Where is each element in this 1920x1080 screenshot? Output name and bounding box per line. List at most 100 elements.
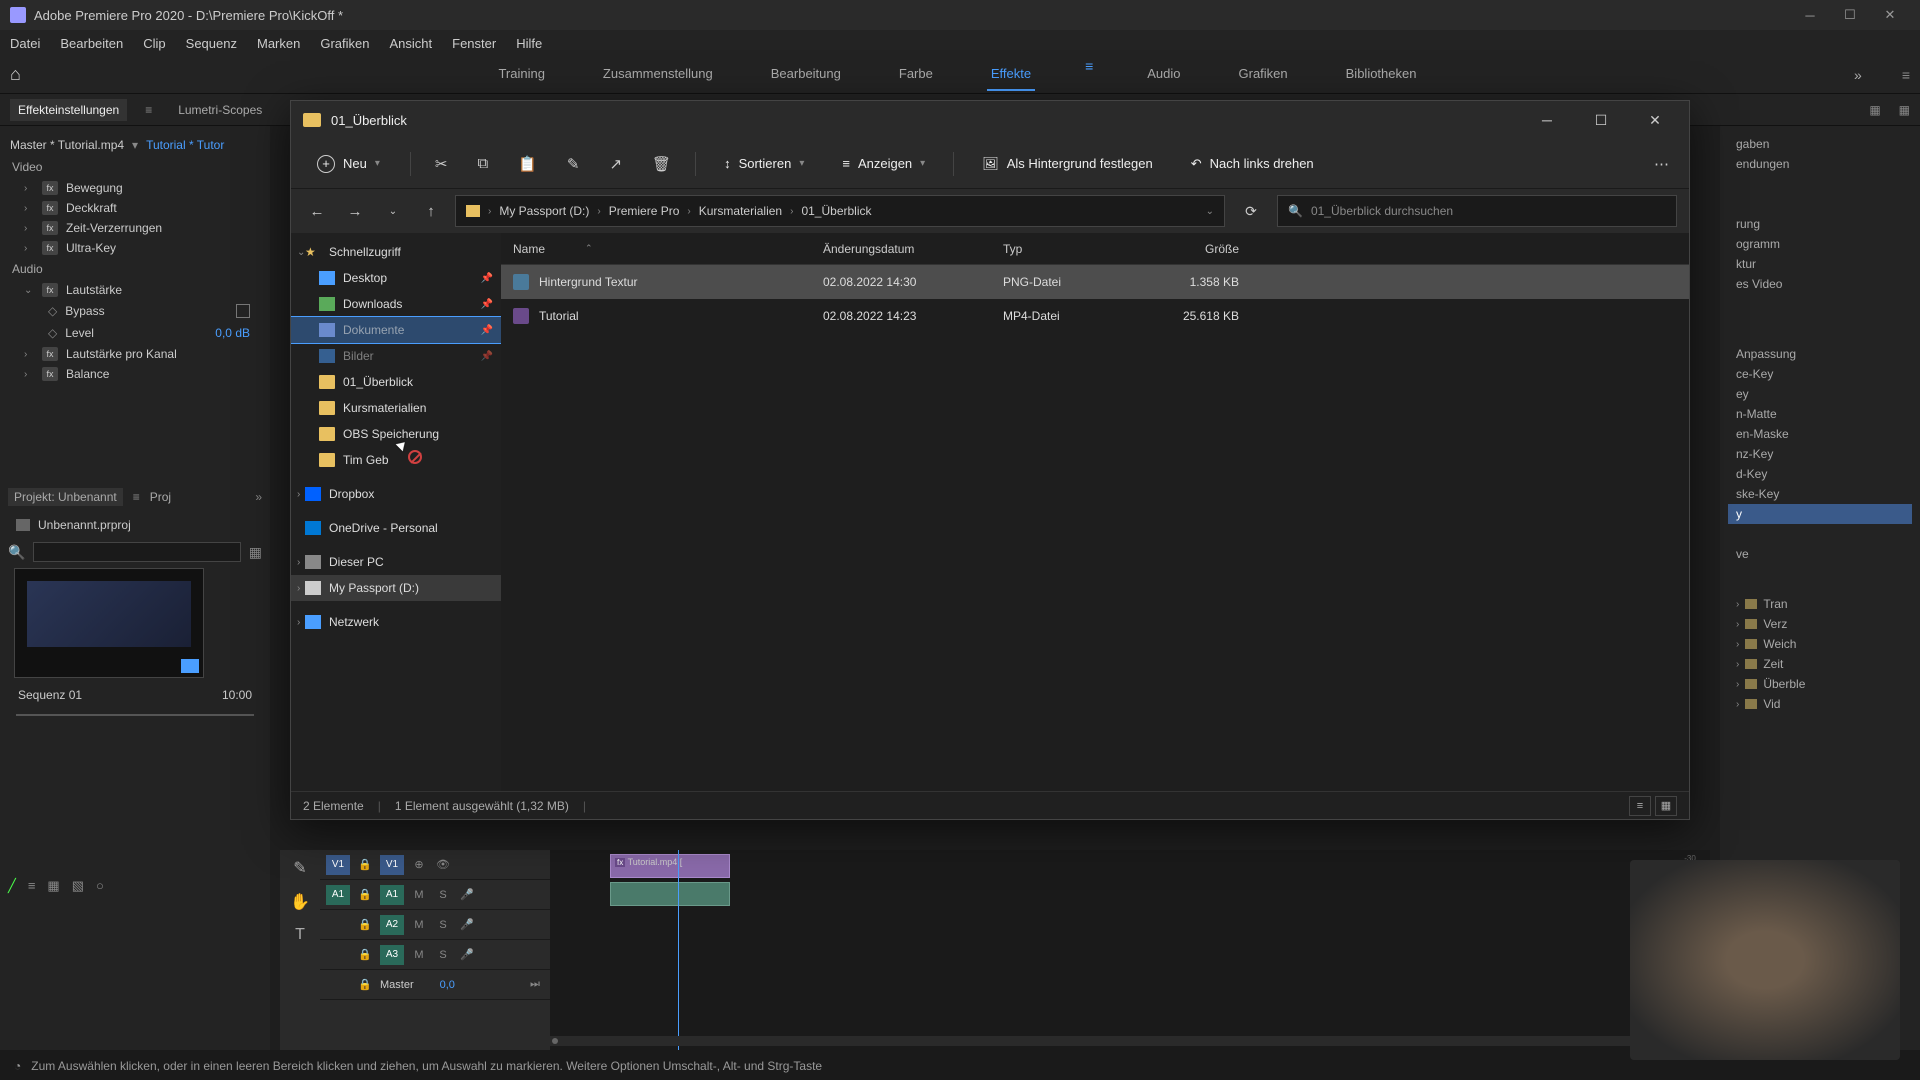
ritem[interactable]: endungen bbox=[1728, 154, 1912, 174]
menu-clip[interactable]: Clip bbox=[143, 36, 165, 51]
track-a1[interactable]: A1 bbox=[380, 885, 404, 905]
fx-lautkanal[interactable]: Lautstärke pro Kanal bbox=[66, 347, 177, 361]
breadcrumb-item[interactable]: 01_Überblick bbox=[801, 204, 871, 218]
bypass-checkbox[interactable] bbox=[236, 304, 250, 318]
tab-effekteinstellungen[interactable]: Effekteinstellungen bbox=[10, 99, 127, 121]
hand-tool-icon[interactable]: ✋ bbox=[290, 892, 310, 912]
track-a3[interactable]: A3 bbox=[380, 945, 404, 965]
ritem[interactable]: d-Key bbox=[1728, 464, 1912, 484]
ritem-selected[interactable]: y bbox=[1728, 504, 1912, 524]
breadcrumb-dropdown-icon[interactable]: ⌄ bbox=[1206, 206, 1214, 217]
breadcrumb-item[interactable]: Kursmaterialien bbox=[699, 204, 782, 218]
sidebar-netzwerk[interactable]: ›Netzwerk bbox=[291, 609, 501, 635]
type-tool-icon[interactable]: T bbox=[295, 926, 305, 944]
playhead[interactable] bbox=[678, 850, 679, 1050]
ritem[interactable]: es Video bbox=[1728, 274, 1912, 294]
search-filter-icon[interactable]: ▦ bbox=[249, 544, 262, 561]
panel-overflow-icon[interactable]: » bbox=[255, 490, 262, 504]
track-a2[interactable]: A2 bbox=[380, 915, 404, 935]
menu-sequenz[interactable]: Sequenz bbox=[186, 36, 237, 51]
new-item-icon[interactable]: ○ bbox=[96, 878, 104, 894]
fx-zeit[interactable]: Zeit-Verzerrungen bbox=[66, 221, 162, 235]
skip-icon[interactable]: ⏭ bbox=[526, 976, 544, 994]
sidebar-obs[interactable]: OBS Speicherung bbox=[291, 421, 501, 447]
timeline-tracks-area[interactable]: fx Tutorial.mp4 [ bbox=[550, 850, 1710, 1050]
pen-tool-icon[interactable]: ✎ bbox=[293, 858, 306, 878]
ritem[interactable]: ske-Key bbox=[1728, 484, 1912, 504]
maximize-button[interactable]: ☐ bbox=[1830, 0, 1870, 30]
fx-ultrakey[interactable]: Ultra-Key bbox=[66, 241, 116, 255]
set-background-button[interactable]: 🖼Als Hintergrund festlegen bbox=[972, 150, 1163, 178]
folder-item[interactable]: Tran bbox=[1763, 597, 1787, 611]
folder-item[interactable]: Weich bbox=[1763, 637, 1796, 651]
breadcrumb-item[interactable]: Premiere Pro bbox=[609, 204, 680, 218]
tab-lumetri-scopes[interactable]: Lumetri-Scopes bbox=[170, 99, 270, 121]
ritem[interactable]: ce-Key bbox=[1728, 364, 1912, 384]
breadcrumb[interactable]: › My Passport (D:) › Premiere Pro › Kurs… bbox=[455, 195, 1225, 227]
list-view-icon[interactable]: ╱ bbox=[8, 878, 16, 894]
folder-item[interactable]: Zeit bbox=[1763, 657, 1783, 671]
view-button[interactable]: ≡Anzeigen▾ bbox=[832, 150, 935, 177]
ritem[interactable]: ve bbox=[1728, 544, 1912, 564]
menu-hilfe[interactable]: Hilfe bbox=[516, 36, 542, 51]
audio-clip[interactable] bbox=[610, 882, 730, 906]
file-row-tutorial[interactable]: Tutorial 02.08.2022 14:23 MP4-Datei 25.6… bbox=[501, 299, 1689, 333]
track-v1[interactable]: V1 bbox=[380, 855, 404, 875]
ritem[interactable]: Anpassung bbox=[1728, 344, 1912, 364]
more-icon[interactable]: ⋯ bbox=[1648, 149, 1675, 179]
lock-icon[interactable]: 🔒 bbox=[356, 856, 374, 874]
sidebar-dieser-pc[interactable]: ›Dieser PC bbox=[291, 549, 501, 575]
minimize-button[interactable]: ─ bbox=[1790, 0, 1830, 30]
panel-icon-1[interactable]: ▦ bbox=[1869, 103, 1880, 117]
rotate-left-button[interactable]: ↶Nach links drehen bbox=[1181, 150, 1324, 178]
lock-icon[interactable]: 🔒 bbox=[356, 886, 374, 904]
fx-balance[interactable]: Balance bbox=[66, 367, 109, 381]
tab-proj2[interactable]: Proj bbox=[150, 490, 171, 504]
close-button[interactable]: ✕ bbox=[1870, 0, 1910, 30]
eye-icon[interactable]: 👁 bbox=[434, 856, 452, 874]
menu-fenster[interactable]: Fenster bbox=[452, 36, 496, 51]
sidebar-my-passport[interactable]: ›My Passport (D:) bbox=[291, 575, 501, 601]
tab-projekt[interactable]: Projekt: Unbenannt bbox=[8, 488, 123, 506]
ws-menu-icon[interactable]: ≡ bbox=[1085, 58, 1093, 91]
voice-icon[interactable]: 🎤 bbox=[458, 886, 476, 904]
new-button[interactable]: + Neu ▾ bbox=[305, 149, 392, 179]
tab-menu-icon[interactable]: ≡ bbox=[145, 103, 152, 117]
fx-lautstaerke[interactable]: Lautstärke bbox=[66, 283, 122, 297]
panel-icon-2[interactable]: ▦ bbox=[1899, 103, 1910, 117]
explorer-search[interactable]: 🔍 01_Überblick durchsuchen bbox=[1277, 195, 1677, 227]
sidebar-downloads[interactable]: Downloads📌 bbox=[291, 291, 501, 317]
sidebar-tim[interactable]: Tim Geb bbox=[291, 447, 501, 473]
project-search-input[interactable] bbox=[33, 542, 240, 562]
voice-icon[interactable]: 🎤 bbox=[458, 946, 476, 964]
menu-ansicht[interactable]: Ansicht bbox=[389, 36, 432, 51]
refresh-button[interactable]: ⟳ bbox=[1235, 203, 1267, 220]
ws-training[interactable]: Training bbox=[494, 58, 548, 91]
ws-bibliotheken[interactable]: Bibliotheken bbox=[1342, 58, 1421, 91]
level-value[interactable]: 0,0 dB bbox=[215, 326, 250, 340]
sidebar-dokumente[interactable]: Dokumente📌 bbox=[291, 317, 501, 343]
menu-marken[interactable]: Marken bbox=[257, 36, 300, 51]
ritem[interactable]: ogramm bbox=[1728, 234, 1912, 254]
ritem[interactable]: nz-Key bbox=[1728, 444, 1912, 464]
mute-button[interactable]: M bbox=[410, 916, 428, 934]
home-icon[interactable]: ⌂ bbox=[10, 64, 21, 85]
forward-button[interactable]: → bbox=[341, 197, 369, 225]
menu-grafiken[interactable]: Grafiken bbox=[320, 36, 369, 51]
sequence-name[interactable]: Sequenz 01 bbox=[18, 688, 82, 702]
track-v1-src[interactable]: V1 bbox=[326, 855, 350, 875]
sidebar-bilder[interactable]: Bilder📌 bbox=[291, 343, 501, 369]
ws-effekte[interactable]: Effekte bbox=[987, 58, 1035, 91]
fx-bypass[interactable]: Bypass bbox=[65, 304, 104, 318]
video-clip[interactable]: fx Tutorial.mp4 [ bbox=[610, 854, 730, 878]
icon-view-icon[interactable]: ≡ bbox=[28, 878, 36, 894]
ws-bearbeitung[interactable]: Bearbeitung bbox=[767, 58, 845, 91]
fx-deckkraft[interactable]: Deckkraft bbox=[66, 201, 117, 215]
fx-bewegung[interactable]: Bewegung bbox=[66, 181, 123, 195]
share-icon[interactable]: ↗ bbox=[603, 149, 628, 179]
mute-button[interactable]: M bbox=[410, 886, 428, 904]
scrollbar-handle[interactable] bbox=[552, 1038, 558, 1044]
sidebar-schnellzugriff[interactable]: ⌄★Schnellzugriff bbox=[291, 239, 501, 265]
fx-level[interactable]: Level bbox=[65, 326, 94, 340]
delete-icon[interactable]: 🗑 bbox=[646, 149, 677, 179]
